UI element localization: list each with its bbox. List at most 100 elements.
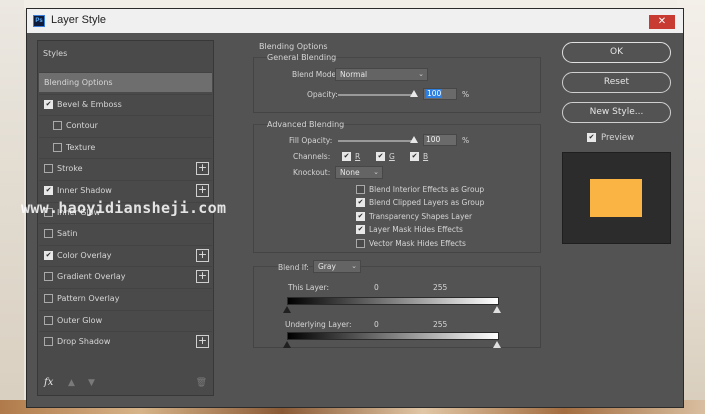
add-effect-icon[interactable]: + (196, 335, 209, 349)
style-item-checkbox[interactable] (44, 272, 53, 282)
this-layer-max: 255 (433, 283, 448, 292)
style-item-label: Bevel & Emboss (57, 99, 122, 109)
style-item-checkbox[interactable]: ✔ (44, 99, 53, 109)
new-style-button[interactable]: New Style... (562, 102, 671, 123)
style-item-checkbox[interactable] (53, 121, 62, 131)
blend-if-label: Blend If: (278, 263, 309, 272)
ok-button[interactable]: OK (562, 42, 671, 63)
underlying-layer-label: Underlying Layer: (285, 320, 352, 329)
general-blending-group (253, 57, 541, 113)
move-up-icon[interactable]: ▲ (68, 378, 75, 388)
style-item[interactable]: ✔ Color Overlay + (39, 244, 212, 265)
style-item-label: Gradient Overlay (57, 272, 126, 282)
opacity-input[interactable]: 100 (423, 88, 457, 100)
channel-checkbox[interactable]: ✔ (342, 152, 351, 161)
add-effect-icon[interactable]: + (196, 162, 209, 176)
blend-if-value: Gray (318, 262, 336, 271)
chevron-down-icon: ⌄ (351, 262, 357, 270)
this-layer-black-thumb[interactable] (283, 306, 291, 313)
knockout-label: Knockout: (293, 168, 331, 177)
style-item-label: Satin (57, 229, 78, 239)
this-layer-label: This Layer: (288, 283, 330, 292)
fill-opacity-input[interactable]: 100 (423, 134, 457, 146)
close-button[interactable]: ✕ (649, 15, 675, 29)
style-item[interactable]: Drop Shadow + (39, 331, 212, 351)
underlying-layer-white-thumb[interactable] (493, 341, 501, 348)
style-item-label: Inner Shadow (57, 186, 112, 195)
title-bar[interactable]: Ps Layer Style ✕ (27, 9, 683, 33)
watermark-text: www.haoyidiansheji.com (21, 199, 227, 217)
preview-box (562, 152, 671, 244)
advanced-option-checkbox[interactable]: ✔ (356, 198, 365, 208)
photoshop-app-icon: Ps (33, 15, 45, 27)
opacity-slider-thumb[interactable] (410, 90, 418, 97)
style-item[interactable]: Pattern Overlay (39, 288, 212, 308)
style-item[interactable]: ✔ Bevel & Emboss (39, 93, 212, 114)
advanced-option-label: Transparency Shapes Layer (369, 211, 473, 221)
fill-opacity-slider-track[interactable] (338, 140, 416, 142)
knockout-value: None (340, 168, 360, 177)
knockout-select[interactable]: None ⌄ (335, 166, 383, 179)
style-item[interactable]: Satin (39, 223, 212, 243)
advanced-option-checkbox[interactable] (356, 238, 365, 248)
style-item[interactable]: ✔ Inner Shadow + (39, 180, 212, 200)
style-item-label: Texture (66, 142, 96, 152)
style-item-checkbox[interactable] (53, 142, 62, 152)
style-item-label: Blending Options (44, 78, 113, 87)
styles-footer: fx ▲ ▼ 🗑 (38, 373, 213, 395)
reset-button[interactable]: Reset (562, 72, 671, 93)
advanced-blending-title: Advanced Blending (267, 120, 345, 129)
style-item-checkbox[interactable] (44, 315, 53, 325)
preview-swatch (590, 179, 642, 217)
add-effect-icon[interactable]: + (196, 184, 209, 197)
preview-checkbox[interactable]: ✔ (587, 133, 596, 142)
blend-if-select[interactable]: Gray ⌄ (313, 260, 361, 273)
style-item[interactable]: Blending Options (39, 72, 212, 92)
style-item-label: Drop Shadow (57, 337, 111, 347)
style-item-label: Contour (66, 121, 98, 131)
advanced-option-checkbox[interactable]: ✔ (356, 225, 365, 235)
blend-mode-select[interactable]: Normal ⌄ (335, 68, 428, 81)
advanced-option-label: Blend Clipped Layers as Group (369, 198, 485, 208)
this-layer-gradient (287, 297, 499, 305)
fill-opacity-percent: % (462, 136, 470, 145)
style-item-checkbox[interactable] (44, 229, 53, 239)
channel-checkbox[interactable]: ✔ (410, 152, 419, 161)
advanced-option-checkbox[interactable] (356, 185, 365, 194)
style-item-label: Stroke (57, 164, 83, 174)
style-item-checkbox[interactable]: ✔ (44, 186, 53, 195)
advanced-option-checkbox[interactable]: ✔ (356, 211, 365, 221)
underlying-layer-black-thumb[interactable] (283, 341, 291, 348)
trash-icon[interactable]: 🗑 (196, 378, 207, 388)
fill-opacity-slider-thumb[interactable] (410, 136, 418, 143)
style-item[interactable]: Outer Glow (39, 309, 212, 330)
channels-label: Channels: (293, 152, 331, 161)
blending-options-panel: Blending Options General Blending Blend … (240, 40, 541, 396)
style-item-checkbox[interactable] (44, 294, 53, 303)
style-item[interactable]: Gradient Overlay + (39, 266, 212, 286)
fill-opacity-label: Fill Opacity: (289, 136, 333, 145)
general-blending-title: General Blending (267, 53, 337, 62)
chevron-down-icon: ⌄ (418, 70, 424, 78)
style-item-checkbox[interactable] (44, 164, 53, 174)
channel-checkbox[interactable]: ✔ (376, 152, 385, 161)
channel-label: R (355, 152, 361, 161)
fill-opacity-value: 100 (426, 135, 441, 144)
style-item-label: Color Overlay (57, 250, 112, 260)
move-down-icon[interactable]: ▼ (88, 378, 95, 388)
channel-label: G (389, 152, 395, 161)
style-item-checkbox[interactable] (44, 337, 53, 347)
style-item-label: Outer Glow (57, 315, 103, 325)
style-item[interactable]: Contour (39, 115, 212, 135)
add-effect-icon[interactable]: + (196, 270, 209, 284)
fx-icon[interactable]: fx (44, 377, 53, 388)
window-title: Layer Style (51, 14, 107, 26)
preview-label: Preview (601, 133, 635, 143)
opacity-value: 100 (426, 89, 443, 98)
opacity-slider-track[interactable] (338, 94, 416, 96)
style-item[interactable]: Texture (39, 136, 212, 157)
add-effect-icon[interactable]: + (196, 248, 209, 262)
this-layer-white-thumb[interactable] (493, 306, 501, 313)
style-item[interactable]: Stroke + (39, 158, 212, 178)
style-item-checkbox[interactable]: ✔ (44, 250, 53, 260)
